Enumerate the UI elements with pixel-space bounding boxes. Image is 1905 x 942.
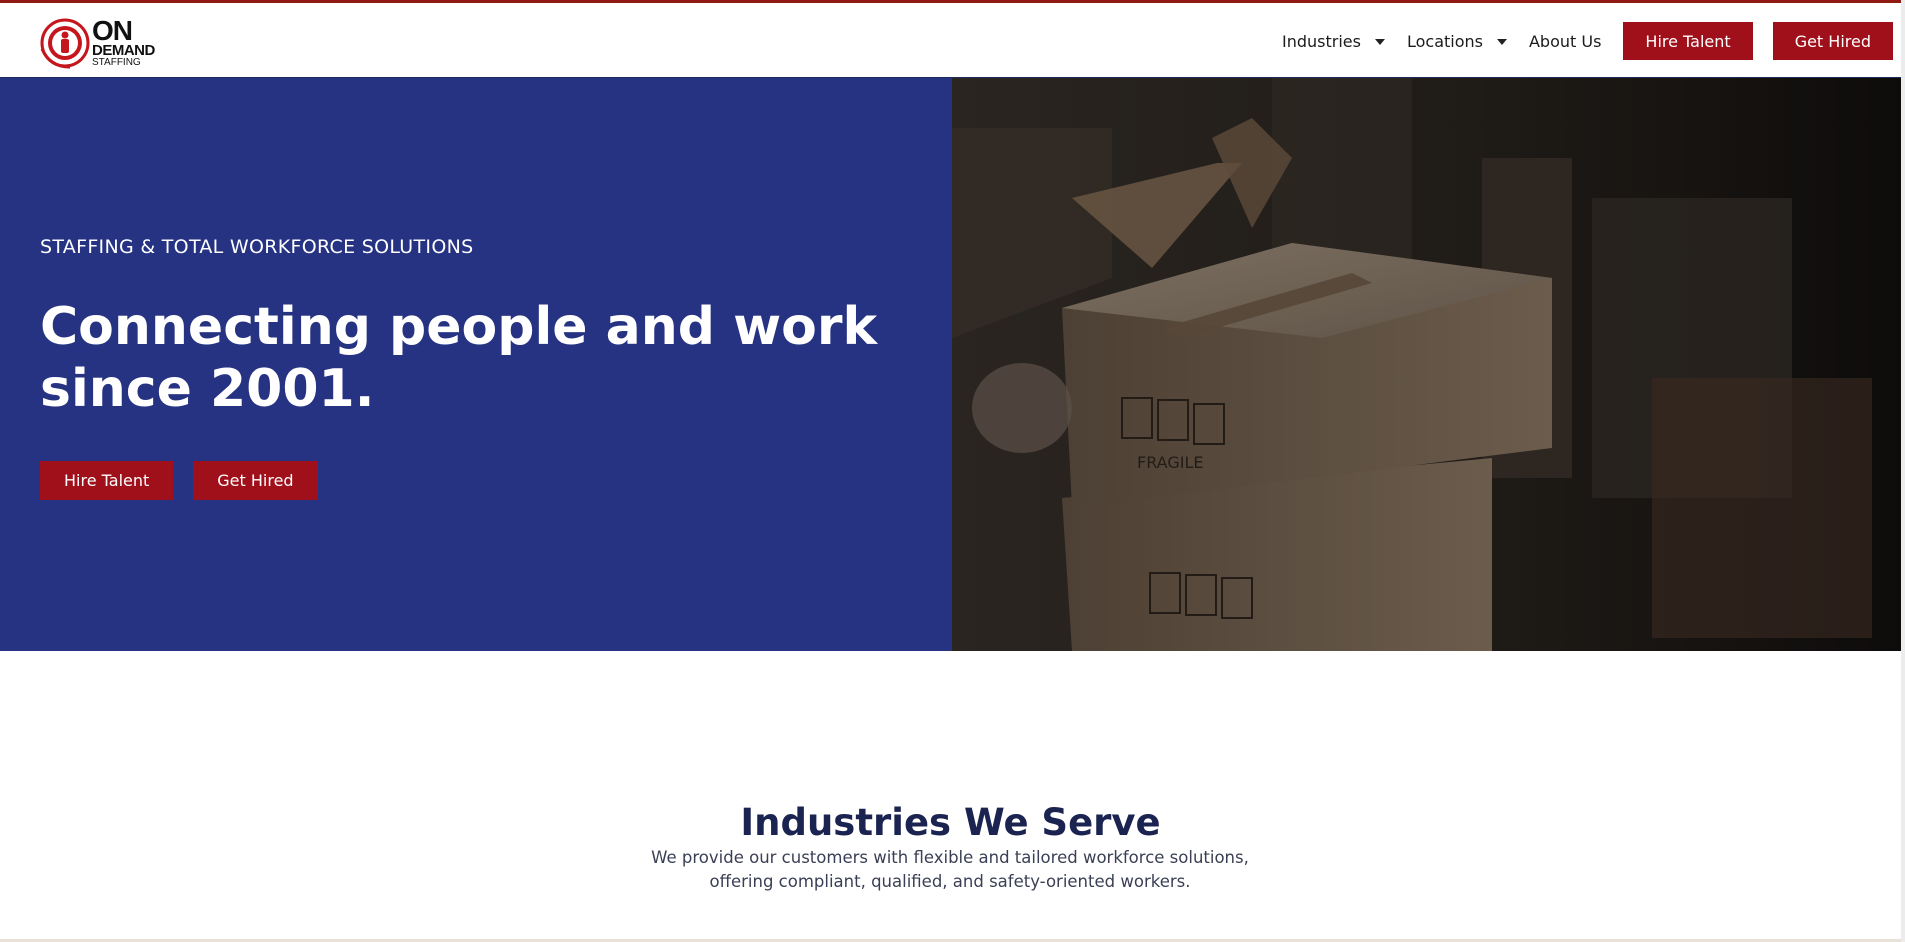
- industries-subtitle-line2: offering compliant, qualified, and safet…: [709, 872, 1191, 891]
- nav-industries[interactable]: Industries: [1282, 32, 1385, 51]
- nav-about-us-label: About Us: [1528, 31, 1602, 51]
- hero-hire-talent-button[interactable]: Hire Talent: [40, 461, 174, 500]
- hero-get-hired-button[interactable]: Get Hired: [193, 461, 318, 500]
- industries-title: Industries We Serve: [740, 801, 1161, 844]
- caret-down-icon: [1496, 39, 1507, 45]
- brand-logo[interactable]: ON DEMAND STAFFING: [40, 15, 170, 71]
- nav-hire-talent-button[interactable]: Hire Talent: [1623, 22, 1753, 60]
- logo-emblem-icon: [40, 18, 90, 69]
- page-right-edge: [1901, 0, 1905, 942]
- logo-on: ON: [92, 15, 133, 46]
- hero-actions: Hire Talent Get Hired: [40, 461, 338, 500]
- nav-get-hired-button[interactable]: Get Hired: [1772, 22, 1893, 60]
- hero-image: FRAGILE: [952, 78, 1901, 651]
- nav-industries-label: Industries: [1282, 31, 1361, 51]
- boxes-photo: FRAGILE: [952, 78, 1901, 651]
- logo-staffing: STAFFING: [92, 57, 141, 68]
- hero-section: STAFFING & TOTAL WORKFORCE SOLUTIONS Con…: [0, 78, 1905, 651]
- hero-panel: STAFFING & TOTAL WORKFORCE SOLUTIONS Con…: [0, 78, 952, 651]
- industries-subtitle: We provide our customers with flexible a…: [550, 846, 1350, 894]
- industries-subtitle-line1: We provide our customers with flexible a…: [651, 848, 1249, 867]
- hero-title: Connecting people and work since 2001.: [40, 297, 878, 419]
- logo-demand: DEMAND: [92, 42, 155, 59]
- site-header: ON DEMAND STAFFING Industries Locations …: [0, 3, 1905, 78]
- nav-locations[interactable]: Locations: [1407, 32, 1507, 51]
- logo-wordmark: ON DEMAND STAFFING: [92, 17, 155, 68]
- caret-down-icon: [1374, 39, 1385, 45]
- hero-eyebrow: STAFFING & TOTAL WORKFORCE SOLUTIONS: [40, 236, 474, 258]
- main-nav: Industries Locations About Us Hire Talen…: [1282, 21, 1893, 61]
- nav-about-us[interactable]: About Us: [1529, 32, 1601, 51]
- nav-locations-label: Locations: [1406, 31, 1483, 51]
- box-label: FRAGILE: [1137, 453, 1203, 472]
- industries-section: Industries We Serve We provide our custo…: [0, 651, 1901, 942]
